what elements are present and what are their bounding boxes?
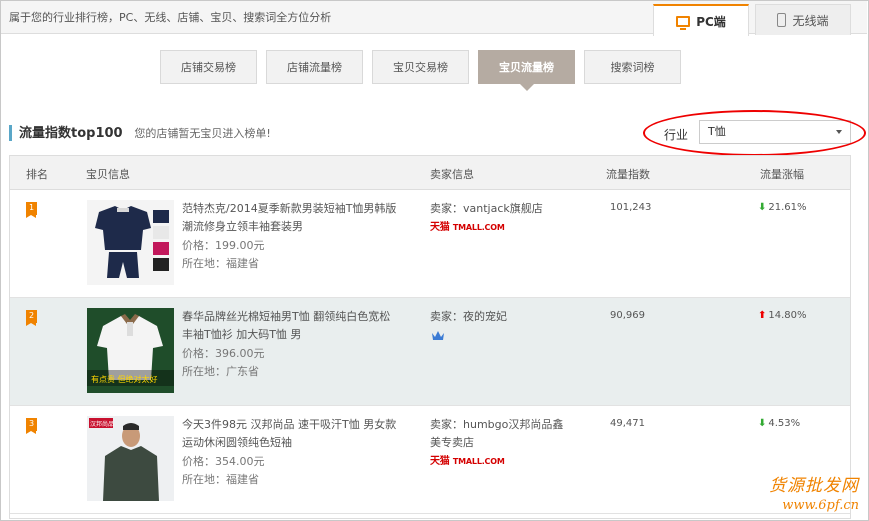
traffic-change: ⬆ 14.80% <box>758 310 807 321</box>
product-image[interactable] <box>87 200 174 285</box>
highlight-oval <box>643 110 866 156</box>
header-change: 流量涨幅 <box>760 168 804 181</box>
tab-item-traffic[interactable]: 宝贝流量榜 <box>478 50 575 91</box>
product-location: 所在地：广东省 <box>182 365 259 378</box>
product-image[interactable]: 有点贵 但绝对太好 <box>87 308 174 393</box>
tmall-logo: 天猫 TMALL.COM <box>430 222 505 233</box>
traffic-index: 101,243 <box>610 202 652 213</box>
arrow-down-icon: ⬇ <box>758 202 767 213</box>
monitor-icon <box>676 15 691 30</box>
traffic-index: 90,969 <box>610 310 645 321</box>
tab-shop-traffic[interactable]: 店铺流量榜 <box>266 50 363 84</box>
watermark-url: www.6pf.cn <box>782 498 859 513</box>
product-price: 价格：354.00元 <box>182 455 265 468</box>
arrow-down-icon: ⬇ <box>758 418 767 429</box>
traffic-change: ⬇ 4.53% <box>758 418 801 429</box>
table-row[interactable]: 2 有点贵 但绝对太好 春华品牌丝光棉短袖男T恤 翻领纯白色宽松丰袖T恤衫 加大… <box>10 298 850 406</box>
seller-name[interactable]: 卖家：夜的宠妃 <box>430 308 570 326</box>
product-price: 价格：396.00元 <box>182 347 265 360</box>
ranking-table: 排名 宝贝信息 卖家信息 流量指数 流量涨幅 1 范特杰克/2014夏季新款男装… <box>9 155 851 519</box>
rank-badge: 1 <box>26 202 37 218</box>
product-image[interactable]: 汉邦尚品 <box>87 416 174 501</box>
svg-text:有点贵 但绝对太好: 有点贵 但绝对太好 <box>91 374 158 384</box>
watermark: 货源批发网 www.6pf.cn <box>769 471 859 513</box>
tab-pc-label: PC端 <box>696 14 726 29</box>
product-location: 所在地：福建省 <box>182 257 259 270</box>
tab-pc[interactable]: PC端 <box>653 4 749 36</box>
phone-icon <box>777 13 787 27</box>
tab-shop-sales[interactable]: 店铺交易榜 <box>160 50 257 84</box>
seller-name[interactable]: 卖家：humbgo汉邦尚品鑫美专卖店 <box>430 416 570 452</box>
product-title-link[interactable]: 今天3件98元 汉邦尚品 速干吸汗T恤 男女款运动休闲圆领纯色短袖 <box>182 416 400 452</box>
product-title-link[interactable]: 范特杰克/2014夏季新款男装短袖T恤男韩版潮流修身立领丰袖套装男 <box>182 200 400 236</box>
header-seller: 卖家信息 <box>430 168 474 181</box>
arrow-up-icon: ⬆ <box>758 310 767 321</box>
section-title: 流量指数top100 <box>19 126 123 141</box>
page-description: 属于您的行业排行榜，PC、无线、店铺、宝贝、搜索词全方位分析 <box>9 11 332 24</box>
table-row[interactable]: 3 汉邦尚品 今天3件98元 汉邦尚品 速干吸汗T恤 男女款运动休闲圆领纯色短袖… <box>10 406 850 514</box>
product-title-link[interactable]: 春华品牌丝光棉短袖男T恤 翻领纯白色宽松丰袖T恤衫 加大码T恤 男 <box>182 308 400 344</box>
rank-badge: 2 <box>26 310 37 326</box>
header-index: 流量指数 <box>606 168 650 181</box>
watermark-title: 货源批发网 <box>769 476 859 496</box>
traffic-change: ⬇ 21.61% <box>758 202 807 213</box>
header-product: 宝贝信息 <box>86 168 130 181</box>
traffic-index: 49,471 <box>610 418 645 429</box>
top-bar: 属于您的行业排行榜，PC、无线、店铺、宝贝、搜索词全方位分析 PC端 无线端 <box>1 1 867 36</box>
rank-badge: 3 <box>26 418 37 434</box>
section-header: 流量指数top100 您的店铺暂无宝贝进入榜单! <box>9 125 271 141</box>
product-location: 所在地：福建省 <box>182 473 259 486</box>
rank-tabs: 店铺交易榜 店铺流量榜 宝贝交易榜 宝贝流量榜 搜索词榜 <box>160 50 681 91</box>
header-rank: 排名 <box>26 168 48 181</box>
crown-icon <box>432 331 444 340</box>
section-note: 您的店铺暂无宝贝进入榜单! <box>134 127 271 140</box>
tab-search-terms[interactable]: 搜索词榜 <box>584 50 681 84</box>
tmall-logo: 天猫 TMALL.COM <box>430 456 505 467</box>
table-header: 排名 宝贝信息 卖家信息 流量指数 流量涨幅 <box>10 156 850 190</box>
svg-text:汉邦尚品: 汉邦尚品 <box>90 420 114 428</box>
tab-mobile[interactable]: 无线端 <box>755 4 851 35</box>
table-row[interactable]: 1 范特杰克/2014夏季新款男装短袖T恤男韩版潮流修身立领丰袖套装男 价格：1… <box>10 190 850 298</box>
tab-item-sales[interactable]: 宝贝交易榜 <box>372 50 469 84</box>
tab-mobile-label: 无线端 <box>792 13 829 28</box>
product-price: 价格：199.00元 <box>182 239 265 252</box>
seller-name[interactable]: 卖家：vantjack旗舰店 <box>430 200 570 218</box>
